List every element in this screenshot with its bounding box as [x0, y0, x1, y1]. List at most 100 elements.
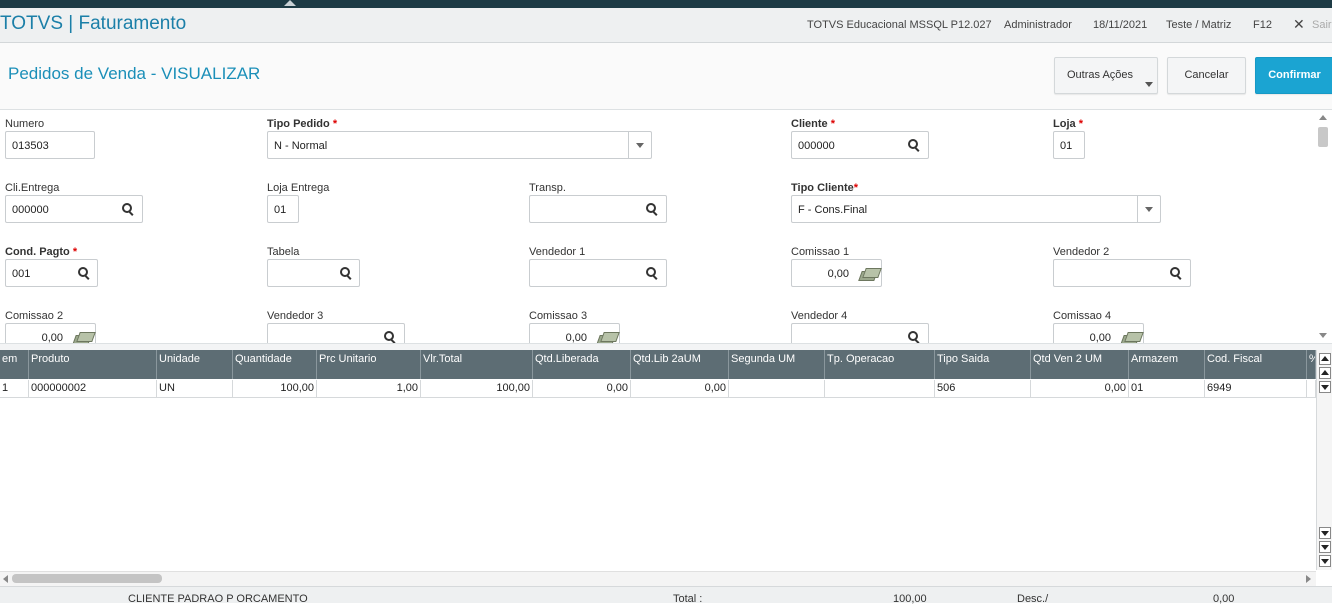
money-icon[interactable] [1120, 332, 1144, 343]
scroll-up-icon [1319, 115, 1327, 120]
search-icon[interactable] [340, 267, 352, 280]
cliente-field[interactable]: 000000 [791, 131, 929, 159]
tipo-pedido-label: Tipo Pedido * [267, 118, 338, 130]
column-header[interactable]: % [1307, 350, 1316, 379]
money-icon[interactable] [596, 332, 620, 343]
search-icon[interactable] [384, 331, 396, 343]
column-header[interactable]: Tp. Operacao [825, 350, 935, 379]
comissao4-field[interactable]: 0,00 [1053, 323, 1144, 343]
table-cell[interactable] [1307, 380, 1316, 397]
search-icon[interactable] [646, 203, 658, 216]
search-icon[interactable] [78, 267, 90, 280]
tipo-cliente-select[interactable]: F - Cons.Final [791, 195, 1161, 223]
column-header[interactable]: Qtd Ven 2 UM [1031, 350, 1129, 379]
column-header[interactable]: Segunda UM [729, 350, 825, 379]
column-header[interactable]: em [0, 350, 29, 379]
column-header[interactable]: Tipo Saida [935, 350, 1031, 379]
column-header[interactable]: Qtd.Liberada [533, 350, 631, 379]
table-cell[interactable]: 100,00 [421, 380, 533, 397]
top-strip [0, 0, 1332, 8]
column-header[interactable]: Armazem [1129, 350, 1205, 379]
comissao3-value: 0,00 [565, 332, 587, 343]
tipo-pedido-select[interactable]: N - Normal [267, 131, 652, 159]
scroll-right-icon [1306, 575, 1311, 583]
column-header[interactable]: Vlr.Total [421, 350, 533, 379]
column-header[interactable]: Prc Unitario [317, 350, 421, 379]
last-row-icon[interactable] [1319, 541, 1331, 553]
confirm-button[interactable]: Confirmar [1255, 57, 1332, 94]
cancel-button[interactable]: Cancelar [1167, 57, 1246, 94]
grid-horizontal-scrollbar[interactable] [0, 571, 1316, 586]
total-label: Total : [673, 593, 703, 605]
table-cell[interactable]: 1,00 [317, 380, 421, 397]
search-icon[interactable] [1170, 267, 1182, 280]
column-header[interactable]: Produto [29, 350, 157, 379]
desc-label: Desc./ [1017, 593, 1049, 605]
column-header[interactable]: Unidade [157, 350, 233, 379]
transp-field[interactable] [529, 195, 667, 223]
cli-entrega-label: Cli.Entrega [5, 182, 60, 194]
comissao2-field[interactable]: 0,00 [5, 323, 96, 343]
exit-label[interactable]: Sair [1312, 19, 1332, 31]
table-cell[interactable]: 0,00 [533, 380, 631, 397]
table-cell[interactable]: 100,00 [233, 380, 317, 397]
prev-row-icon[interactable] [1319, 367, 1331, 379]
tabela-field[interactable] [267, 259, 360, 287]
column-header[interactable]: Cod. Fiscal [1205, 350, 1307, 379]
table-cell[interactable]: 01 [1129, 380, 1205, 397]
other-actions-button[interactable]: Outras Ações [1054, 57, 1158, 94]
table-cell[interactable]: 6949 [1205, 380, 1307, 397]
numero-field[interactable]: 013503 [5, 131, 95, 159]
page-down-icon[interactable] [1319, 527, 1331, 539]
dropdown-arrow-icon[interactable] [628, 132, 651, 158]
help-key[interactable]: F12 [1253, 19, 1272, 31]
table-cell[interactable]: 1 [0, 380, 29, 397]
search-icon[interactable] [646, 267, 658, 280]
money-icon[interactable] [858, 268, 882, 281]
comissao1-field[interactable]: 0,00 [791, 259, 882, 287]
footer-cliente: CLIENTE PADRAO P ORCAMENTO [128, 593, 308, 605]
dropdown-arrow-icon[interactable] [1137, 196, 1160, 222]
company-label[interactable]: Teste / Matriz [1166, 19, 1231, 31]
column-header[interactable]: Quantidade [233, 350, 317, 379]
table-row[interactable]: 1 000000002 UN 100,00 1,00 100,00 0,00 0,00 506 0… [0, 380, 1316, 398]
form-scrollbar[interactable] [1316, 113, 1330, 343]
cliente-value: 000000 [798, 140, 835, 152]
vendedor1-field[interactable] [529, 259, 667, 287]
money-icon[interactable] [72, 332, 96, 343]
cond-pagto-field[interactable]: 001 [5, 259, 98, 287]
loja-entrega-field[interactable]: 01 [267, 195, 299, 223]
vendedor3-label: Vendedor 3 [267, 310, 324, 322]
vendedor2-field[interactable] [1053, 259, 1191, 287]
table-cell[interactable]: 000000002 [29, 380, 157, 397]
close-icon[interactable]: ✕ [1293, 16, 1305, 33]
search-icon[interactable] [908, 139, 920, 152]
column-header[interactable]: Qtd.Lib 2aUM [631, 350, 729, 379]
comissao2-label: Comissao 2 [5, 310, 64, 322]
comissao3-label: Comissao 3 [529, 310, 588, 322]
table-cell[interactable]: 506 [935, 380, 1031, 397]
vendedor3-field[interactable] [267, 323, 405, 343]
loja-entrega-value: 01 [274, 204, 287, 216]
table-cell[interactable]: 0,00 [1031, 380, 1129, 397]
vendedor4-field[interactable] [791, 323, 929, 343]
tabela-label: Tabela [267, 246, 300, 258]
scroll-thumb [12, 574, 162, 583]
first-row-icon[interactable] [1319, 353, 1331, 365]
table-cell[interactable]: UN [157, 380, 233, 397]
end-icon[interactable] [1319, 555, 1331, 567]
desc-value: 0,00 [1213, 593, 1235, 605]
vendedor1-label: Vendedor 1 [529, 246, 586, 258]
comissao3-field[interactable]: 0,00 [529, 323, 620, 343]
table-cell[interactable] [825, 380, 935, 397]
table-cell[interactable]: 0,00 [631, 380, 729, 397]
collapse-arrow-icon[interactable] [284, 0, 296, 6]
loja-field[interactable]: 01 [1053, 131, 1085, 159]
cli-entrega-value: 000000 [12, 204, 49, 216]
search-icon[interactable] [908, 331, 920, 343]
next-row-icon[interactable] [1319, 381, 1331, 393]
cli-entrega-field[interactable]: 000000 [5, 195, 143, 223]
cond-pagto-value: 001 [12, 268, 31, 280]
search-icon[interactable] [122, 203, 134, 216]
table-cell[interactable] [729, 380, 825, 397]
